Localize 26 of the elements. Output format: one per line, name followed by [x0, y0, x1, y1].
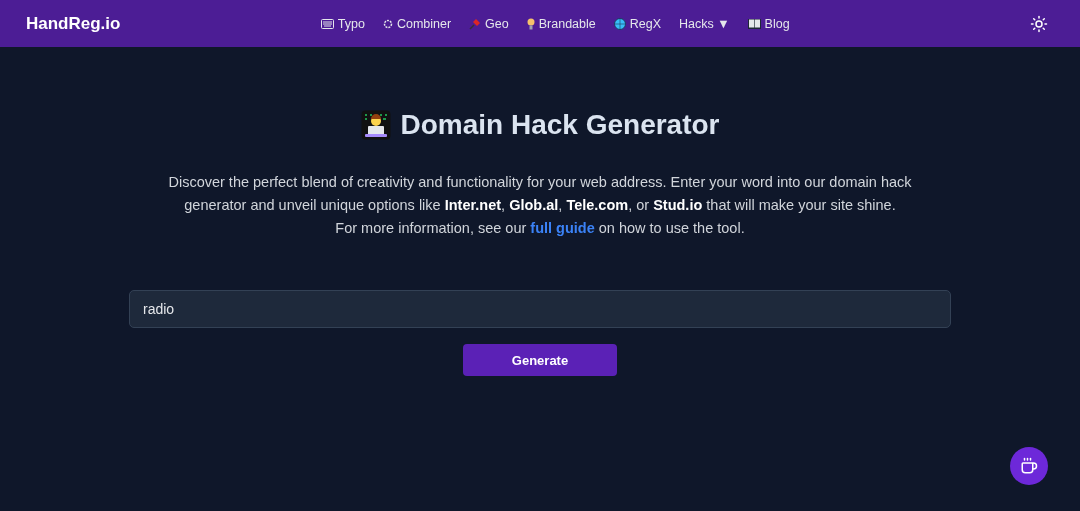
lightbulb-icon	[526, 17, 535, 30]
guide-link[interactable]: full guide	[530, 217, 595, 240]
coffee-cup-icon	[1020, 457, 1038, 475]
nav-link[interactable]: RegX	[613, 16, 662, 31]
globe-icon	[613, 17, 626, 30]
theme-toggle-button[interactable]	[1030, 14, 1048, 33]
pushpin-icon	[469, 17, 482, 30]
sun-icon	[1030, 14, 1048, 33]
technologist-icon	[360, 110, 391, 140]
gear-icon	[382, 18, 393, 29]
book-icon	[747, 18, 761, 29]
nav-link[interactable]: Blog	[747, 16, 790, 31]
site-logo[interactable]: HandReg.io	[26, 13, 121, 34]
info-text: For more information, see our	[335, 219, 527, 238]
info-text: on how to use the tool.	[598, 219, 745, 238]
nav-link[interactable]: Brandable	[526, 16, 596, 31]
nav-link[interactable]: Typo	[320, 16, 365, 31]
page-title: Domain Hack Generator	[400, 109, 720, 141]
description-text: Discover the perfect blend of creativity and functionality for your web address. Enter your word into our domain hack generator and unveil unique options like Inter.net, Glob.al, Tele.com, or Stud.io that will make your site shine.	[167, 173, 913, 215]
nav-link[interactable]: Geo	[469, 16, 509, 31]
generate-button[interactable]: Generate	[463, 344, 617, 376]
nav-link[interactable]: Combiner	[382, 16, 452, 31]
word-input-field[interactable]: radio	[129, 290, 951, 328]
nav-link[interactable]: Hacks ▼	[679, 16, 730, 31]
coffee-button[interactable]	[1010, 447, 1048, 485]
keyboard-icon	[320, 18, 334, 29]
